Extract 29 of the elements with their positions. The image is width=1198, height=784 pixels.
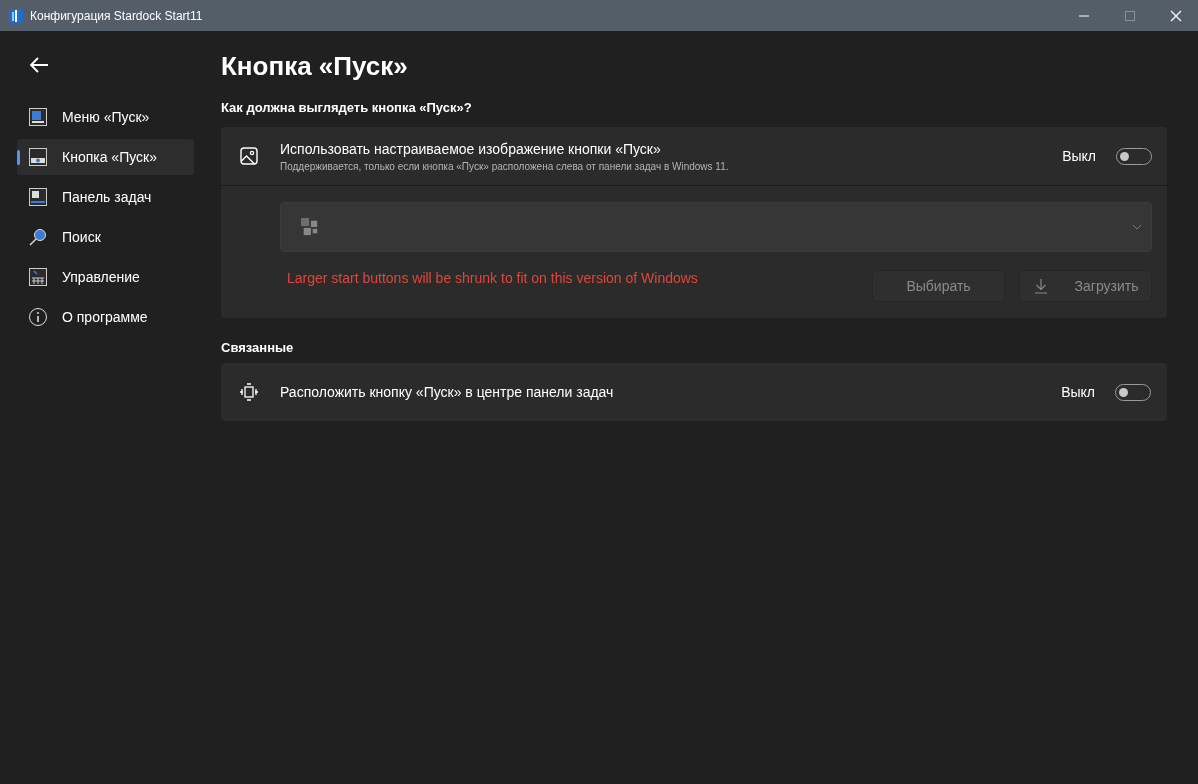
taskbar-icon <box>28 187 48 207</box>
section-heading: Связанные <box>221 340 295 355</box>
image-icon <box>239 146 259 166</box>
setting-title: Расположить кнопку «Пуск» в центре панели задач <box>280 384 615 400</box>
warning-text: Larger start buttons will be shrunk to fit on this version of Windows <box>286 270 699 286</box>
setting-title: Использовать настраиваемое изображение кнопки «Пуск» <box>280 140 662 157</box>
close-icon[interactable] <box>1170 9 1182 22</box>
sidebar-item[interactable]: Поиск <box>17 219 194 255</box>
sidebar-item[interactable]: Панель задач <box>17 179 194 215</box>
section-heading: Как должна выглядеть кнопка «Пуск»? <box>221 100 473 115</box>
download-icon <box>1032 278 1049 294</box>
centered-bar-icon <box>239 382 259 402</box>
keyboard-icon <box>28 267 48 287</box>
sidebar-item[interactable]: Кнопка «Пуск» <box>17 139 194 175</box>
window-title: Конфигурация Stardock Start11 <box>30 8 203 23</box>
chevron-down-icon <box>1132 224 1142 230</box>
magnifier-icon <box>28 227 48 247</box>
toggle-state-label: Выкл <box>1061 384 1095 400</box>
toggle-state-label: Выкл <box>1062 148 1096 164</box>
info-icon <box>28 307 48 327</box>
sidebar-item[interactable]: Управление <box>17 259 194 295</box>
start-tiles-icon <box>301 218 319 236</box>
sidebar-item[interactable]: О программе <box>17 299 194 335</box>
start-button-icon <box>28 147 48 167</box>
setting-description: Поддерживается, только если кнопка «Пуск» расположена слева от панели задач в Windows 11. <box>280 160 730 172</box>
sidebar-item[interactable]: Меню «Пуск» <box>17 99 194 135</box>
start-menu-icon <box>28 107 48 127</box>
page-title: Кнопка «Пуск» <box>221 51 409 82</box>
app-icon <box>8 7 24 24</box>
